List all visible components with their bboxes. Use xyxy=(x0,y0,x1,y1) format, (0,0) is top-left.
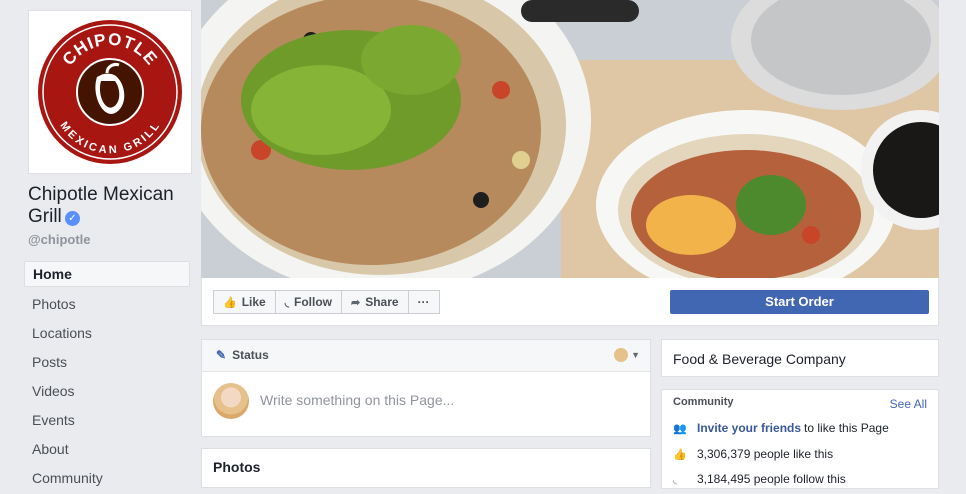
more-dots-icon: ··· xyxy=(417,295,430,309)
page-navigation: Home Photos Locations Posts Videos Event… xyxy=(24,261,190,494)
nav-item-posts[interactable]: Posts xyxy=(24,349,190,378)
follow-button[interactable]: ◟ Follow xyxy=(274,290,342,314)
verified-badge-icon: ✓ xyxy=(64,211,80,226)
pencil-icon: ✎ xyxy=(216,348,227,362)
user-avatar xyxy=(213,383,249,419)
more-options-button[interactable]: ··· xyxy=(407,290,440,314)
chipotle-logo: CHIPOTLE MEXICAN GRILL xyxy=(38,20,182,164)
follow-label: Follow xyxy=(293,295,332,309)
status-tab-label: Status xyxy=(232,348,269,362)
share-label: Share xyxy=(365,295,399,309)
invite-friends-text: to like this Page xyxy=(804,421,889,435)
page-action-buttons: 👍 Like ◟ Follow ➦ Share ··· xyxy=(213,290,440,314)
rss-feed-icon: ◟ xyxy=(284,296,289,309)
likes-count: 3,306,379 people like this xyxy=(697,447,834,461)
page-category[interactable]: Food & Beverage Company xyxy=(661,339,939,377)
nav-item-locations[interactable]: Locations xyxy=(24,320,190,349)
thumbs-up-icon: 👍 xyxy=(673,448,687,461)
burrito-bowl-cover-image xyxy=(201,0,939,278)
share-button[interactable]: ➦ Share xyxy=(340,290,409,314)
thumbs-up-icon: 👍 xyxy=(223,296,237,309)
like-label: Like xyxy=(241,295,266,309)
like-button[interactable]: 👍 Like xyxy=(213,290,276,314)
page-name-text: Chipotle Mexican Grill xyxy=(28,184,174,227)
nav-item-videos[interactable]: Videos xyxy=(24,378,190,407)
page-title[interactable]: Chipotle Mexican Grill ✓ xyxy=(28,184,198,228)
photos-section-header[interactable]: Photos xyxy=(201,448,651,488)
page-action-bar: 👍 Like ◟ Follow ➦ Share ··· Start Order xyxy=(201,278,939,326)
chevron-down-icon[interactable]: ▼ xyxy=(631,340,640,371)
share-arrow-icon: ➦ xyxy=(350,296,361,309)
community-title: Community xyxy=(673,396,734,408)
nav-item-community[interactable]: Community xyxy=(24,465,190,494)
posting-as-avatar[interactable] xyxy=(614,348,628,362)
status-tab[interactable]: ✎ Status ▼ xyxy=(202,340,650,372)
status-composer: ✎ Status ▼ Write something on this Page..… xyxy=(201,339,651,437)
page-handle: @chipotle xyxy=(28,232,91,247)
invite-friends-row: 👥 Invite your friends to like this Page xyxy=(673,421,889,435)
nav-item-home[interactable]: Home xyxy=(24,261,190,287)
status-input[interactable]: Write something on this Page... xyxy=(260,392,454,408)
start-order-button[interactable]: Start Order xyxy=(670,290,929,314)
see-all-link[interactable]: See All xyxy=(890,397,927,411)
nav-item-about[interactable]: About xyxy=(24,436,190,465)
page-profile-picture[interactable]: CHIPOTLE MEXICAN GRILL xyxy=(28,10,192,174)
cover-photo[interactable] xyxy=(201,0,939,278)
nav-item-photos[interactable]: Photos xyxy=(24,291,190,320)
invite-friends-link[interactable]: Invite your friends xyxy=(697,421,801,435)
nav-item-events[interactable]: Events xyxy=(24,407,190,436)
likes-row: 👍 3,306,379 people like this xyxy=(673,447,833,461)
people-icon: 👥 xyxy=(673,422,687,435)
community-card: Community See All 👥 Invite your friends … xyxy=(661,389,939,489)
